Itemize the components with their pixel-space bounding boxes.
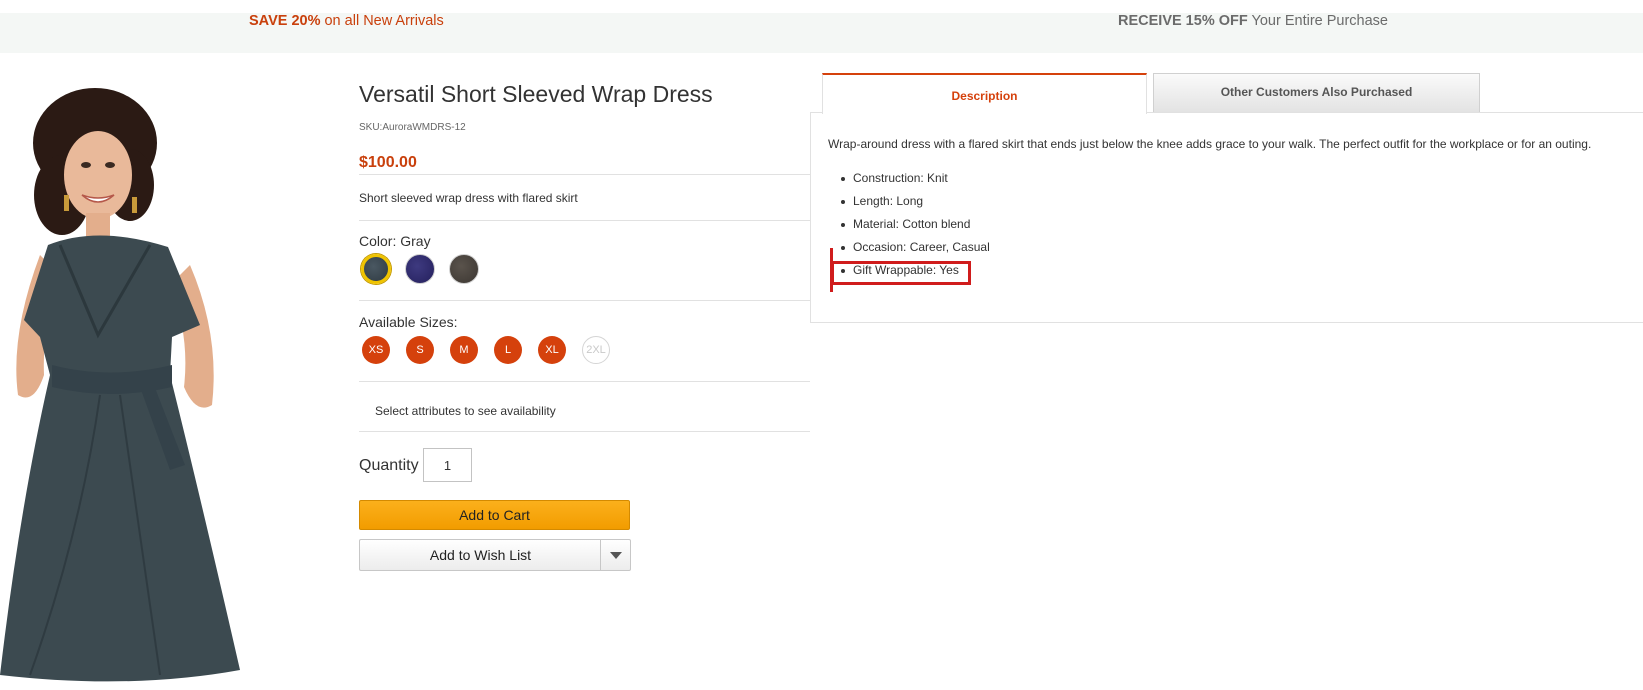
list-item: Material: Cotton blend xyxy=(841,213,990,236)
chevron-down-icon xyxy=(610,552,622,559)
color-swatch-gray[interactable] xyxy=(361,254,391,284)
list-item: Occasion: Career, Casual xyxy=(841,236,990,259)
color-swatch-navy[interactable] xyxy=(405,254,435,284)
add-to-wishlist-button[interactable]: Add to Wish List xyxy=(359,539,601,571)
list-item: Length: Long xyxy=(841,190,990,213)
product-image xyxy=(0,88,240,682)
divider xyxy=(359,174,810,175)
size-xs-button[interactable]: XS xyxy=(362,336,390,364)
divider xyxy=(359,300,810,301)
size-l-button[interactable]: L xyxy=(494,336,522,364)
promo-bar xyxy=(0,13,1643,53)
availability-note: Select attributes to see availability xyxy=(375,404,556,418)
description-text: Wrap-around dress with a flared skirt th… xyxy=(828,137,1592,151)
highlight-box xyxy=(831,261,971,285)
promo-entire-purchase[interactable]: RECEIVE 15% OFF Your Entire Purchase xyxy=(1118,13,1388,29)
tab-other-customers[interactable]: Other Customers Also Purchased xyxy=(1153,73,1480,112)
color-label: Color: Gray xyxy=(359,233,431,249)
add-to-cart-button[interactable]: Add to Cart xyxy=(359,500,630,530)
wishlist-dropdown-button[interactable] xyxy=(600,539,631,571)
size-2xl-button[interactable]: 2XL xyxy=(582,336,610,364)
size-xl-button[interactable]: XL xyxy=(538,336,566,364)
size-m-button[interactable]: M xyxy=(450,336,478,364)
color-swatch-brown[interactable] xyxy=(449,254,479,284)
quantity-label: Quantity xyxy=(359,457,419,474)
promo-new-arrivals[interactable]: SAVE 20% on all New Arrivals xyxy=(249,13,444,29)
product-title: Versatil Short Sleeved Wrap Dress xyxy=(359,81,713,107)
sizes-label: Available Sizes: xyxy=(359,314,458,330)
list-item: Construction: Knit xyxy=(841,167,990,190)
quantity-input[interactable] xyxy=(423,448,472,482)
divider xyxy=(359,381,810,382)
product-sku: SKU:AuroraWMDRS-12 xyxy=(359,122,466,133)
tab-description[interactable]: Description xyxy=(822,73,1147,114)
product-short-description: Short sleeved wrap dress with flared ski… xyxy=(359,191,578,205)
divider xyxy=(359,220,810,221)
divider xyxy=(359,431,810,432)
product-price: $100.00 xyxy=(359,154,417,171)
size-s-button[interactable]: S xyxy=(406,336,434,364)
